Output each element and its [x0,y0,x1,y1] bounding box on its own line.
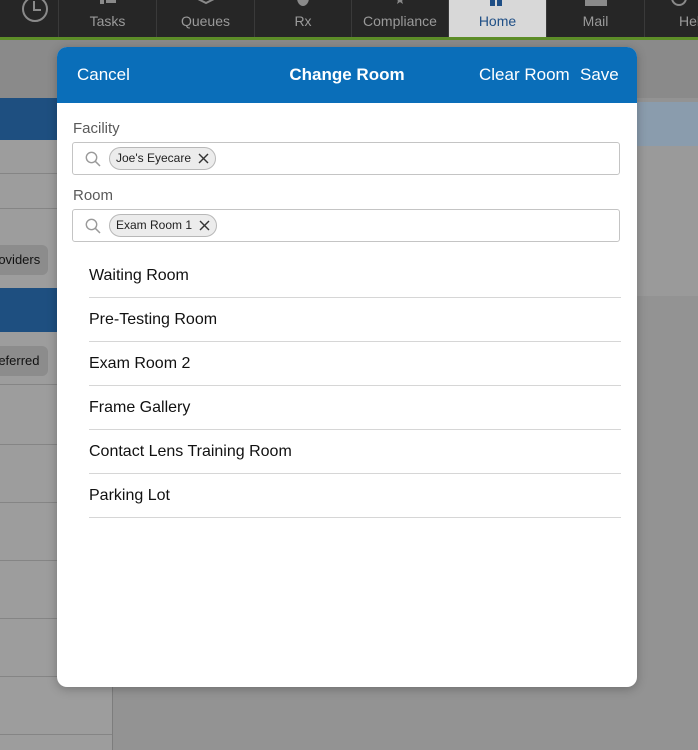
nav-rx-label: Rx [294,13,312,29]
cancel-button[interactable]: Cancel [77,47,130,103]
remove-room-icon[interactable] [199,220,210,231]
facility-search-field[interactable]: Joe's Eyecare [72,142,620,175]
room-chip: Exam Room 1 [109,214,218,237]
clear-room-button[interactable]: Clear Room [479,47,570,103]
room-search-field[interactable]: Exam Room 1 [72,209,620,242]
nav-tasks-label: Tasks [89,13,126,29]
top-navigation: Tasks Queues Rx Compliance Home Mail Hel [0,0,698,37]
room-option-contact-lens-training-room[interactable]: Contact Lens Training Room [89,430,621,474]
facility-chip: Joe's Eyecare [109,147,216,170]
search-icon [85,218,101,234]
history-icon [22,0,48,22]
dialog-header: Change Room Cancel Clear Room Save [57,47,637,103]
nav-tasks[interactable]: Tasks [58,0,156,37]
room-option-waiting-room[interactable]: Waiting Room [89,254,621,298]
nav-rx[interactable]: Rx [254,0,351,37]
nav-home-label: Home [478,13,517,29]
mail-icon [584,0,607,6]
change-room-dialog: Change Room Cancel Clear Room Save Facil… [57,47,637,687]
room-option-frame-gallery[interactable]: Frame Gallery [89,386,621,430]
save-button[interactable]: Save [580,47,619,103]
tasks-icon [99,0,116,4]
home-icon [489,0,502,6]
nav-compliance[interactable]: Compliance [351,0,448,37]
star-icon [397,0,403,4]
nav-queues-label: Queues [180,13,231,29]
nav-mail-label: Mail [582,13,609,29]
history-button[interactable] [0,0,58,37]
nav-compliance-label: Compliance [363,13,437,29]
nav-help-label: Hel [679,13,698,29]
background-chip-referred: referred [0,346,48,376]
background-divider [0,734,112,735]
room-chip-label: Exam Room 1 [116,218,193,232]
nav-accent-bar [0,37,698,40]
help-icon [671,0,687,6]
nav-help[interactable]: Hel [644,0,698,37]
room-label: Room [73,187,114,204]
queues-icon [197,0,214,5]
remove-facility-icon[interactable] [198,153,209,164]
rx-icon [297,0,309,6]
room-option-exam-room-2[interactable]: Exam Room 2 [89,342,621,386]
facility-label: Facility [73,120,120,137]
room-option-pre-testing-room[interactable]: Pre-Testing Room [89,298,621,342]
facility-chip-label: Joe's Eyecare [116,151,191,165]
search-icon [85,151,101,167]
background-chip-providers: roviders [0,245,49,275]
room-options-list: Waiting Room Pre-Testing Room Exam Room … [89,254,621,518]
room-option-parking-lot[interactable]: Parking Lot [89,474,621,518]
nav-home[interactable]: Home [448,0,546,37]
nav-queues[interactable]: Queues [156,0,254,37]
nav-mail[interactable]: Mail [546,0,644,37]
